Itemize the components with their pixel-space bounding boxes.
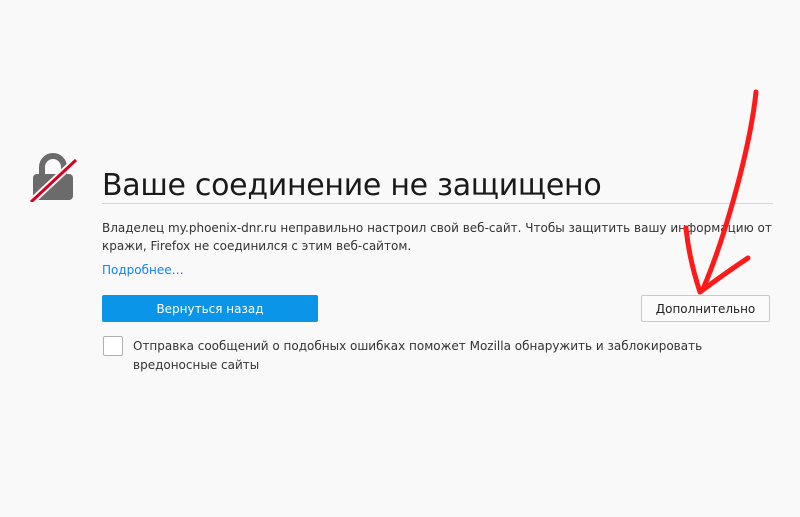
advanced-button[interactable]: Дополнительно (641, 295, 770, 322)
title-divider (102, 203, 773, 204)
report-errors-label: Отправка сообщений о подобных ошибках по… (133, 339, 703, 372)
go-back-button[interactable]: Вернуться назад (102, 295, 318, 322)
red-arrow-annotation-icon (683, 89, 759, 295)
broken-lock-icon (28, 153, 78, 202)
page-title: Ваше соединение не защищено (102, 168, 602, 204)
report-errors-checkbox[interactable] (103, 336, 123, 356)
learn-more-link[interactable]: Подробнее… (102, 263, 184, 277)
error-description: Владелец my.phoenix-dnr.ru неправильно н… (102, 221, 772, 253)
certificate-error-page: Ваше соединение не защищено Владелец my.… (0, 0, 800, 517)
